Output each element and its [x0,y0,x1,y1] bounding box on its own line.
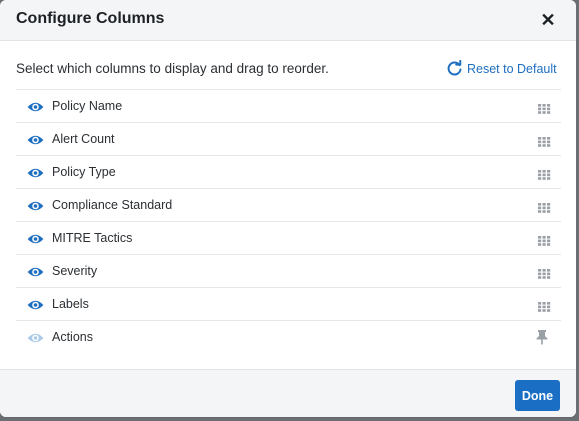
column-row[interactable]: Policy Type [16,156,561,189]
column-list: Policy Name Alert Count Policy Type Complia… [16,89,561,354]
column-label: Actions [52,330,93,344]
reset-to-default-link[interactable]: Reset to Default [446,60,557,77]
column-label: Severity [52,264,98,278]
instruction-text: Select which columns to display and drag… [16,61,329,76]
eye-icon[interactable] [27,265,44,277]
column-label: Policy Name [52,99,123,113]
dialog-title: Configure Columns [16,10,165,27]
dialog-footer: Done [0,369,576,417]
done-button[interactable]: Done [515,380,560,411]
close-icon: ✕ [540,10,556,30]
pin-icon [535,329,549,345]
drag-handle-icon[interactable] [538,134,551,147]
eye-icon[interactable] [27,133,44,145]
drag-handle-icon[interactable] [538,233,551,246]
column-row[interactable]: Actions [16,321,561,354]
column-label: Alert Count [52,132,115,146]
eye-icon[interactable] [27,298,44,310]
column-row[interactable]: Alert Count [16,123,561,156]
eye-icon[interactable] [27,232,44,244]
drag-handle-icon[interactable] [538,299,551,312]
drag-handle-icon[interactable] [538,200,551,213]
column-row[interactable]: Severity [16,255,561,288]
reset-label: Reset to Default [467,61,557,76]
column-label: Compliance Standard [52,198,173,212]
dialog-header: Configure Columns ✕ [0,0,576,41]
eye-icon[interactable] [27,166,44,178]
column-label: Labels [52,297,89,311]
column-row[interactable]: Policy Name [16,90,561,123]
column-row[interactable]: MITRE Tactics [16,222,561,255]
drag-handle-icon[interactable] [538,266,551,279]
configure-columns-dialog: Configure Columns ✕ Select which columns… [0,0,576,417]
column-label: Policy Type [52,165,116,179]
column-row[interactable]: Compliance Standard [16,189,561,222]
reset-icon [447,60,462,76]
close-button[interactable]: ✕ [540,10,556,30]
eye-icon[interactable] [27,199,44,211]
drag-handle-icon[interactable] [538,167,551,180]
column-row[interactable]: Labels [16,288,561,321]
drag-handle-icon[interactable] [538,101,551,114]
eye-icon[interactable] [27,100,44,112]
eye-disabled-icon [27,331,44,343]
column-label: MITRE Tactics [52,231,133,245]
